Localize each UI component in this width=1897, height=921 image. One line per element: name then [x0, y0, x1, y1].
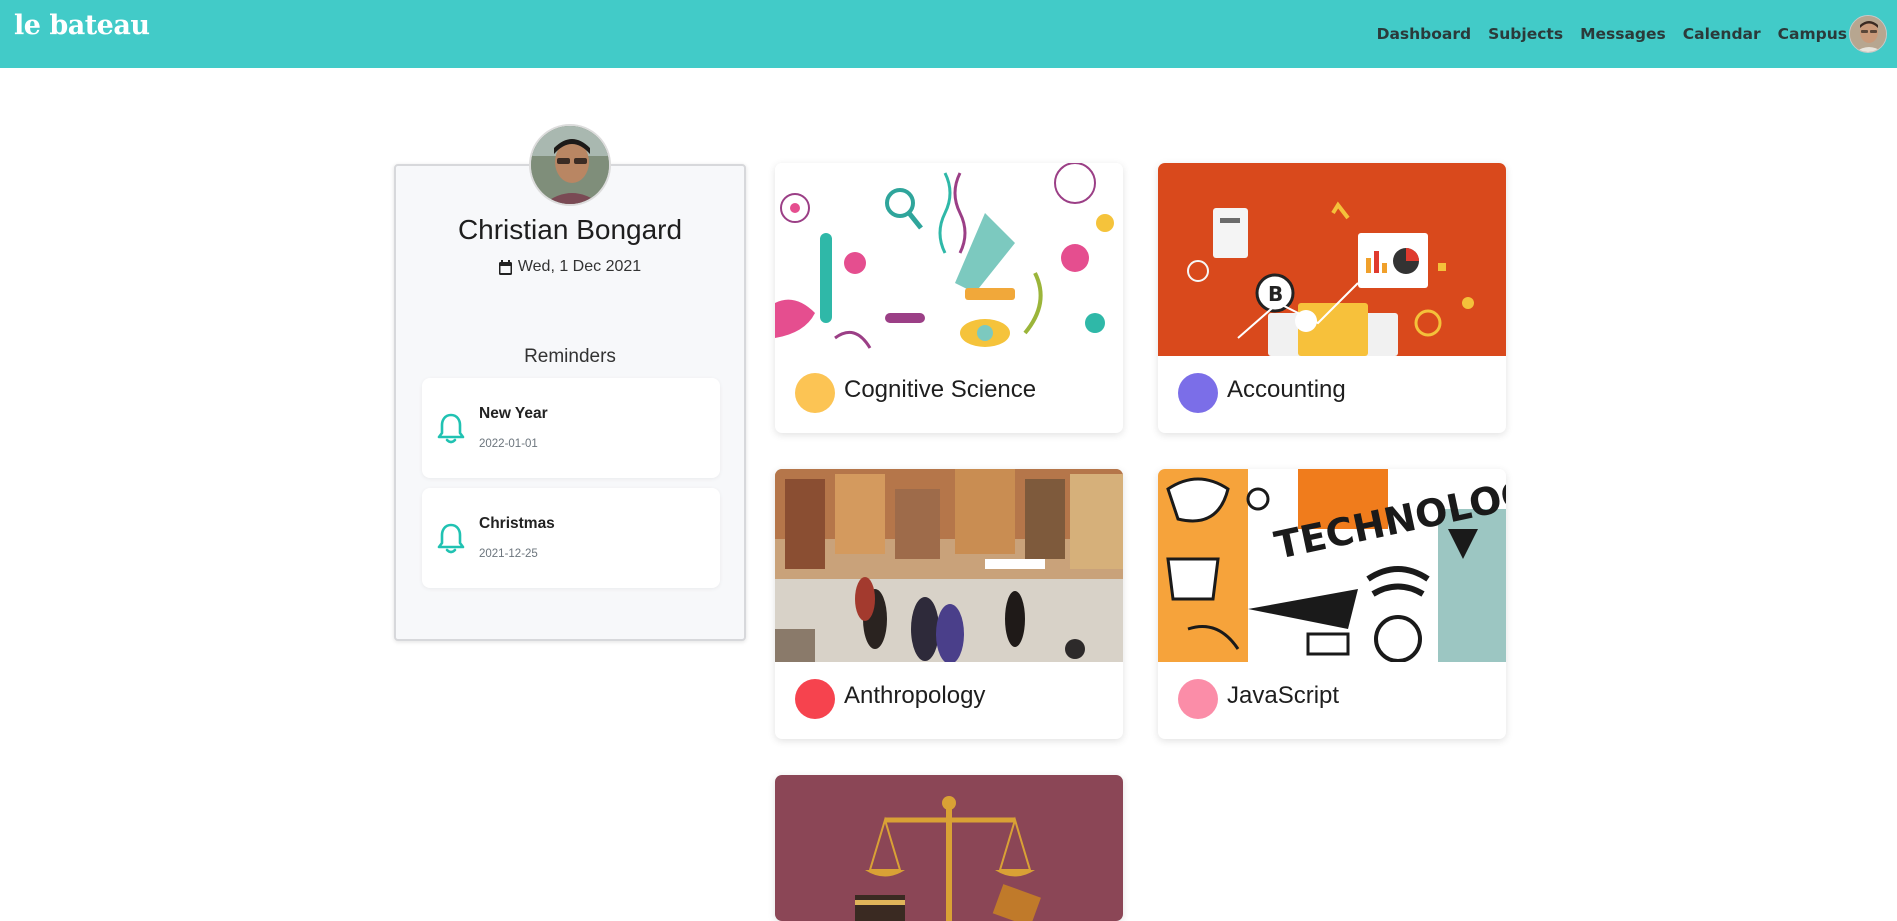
subject-card-anthropology[interactable]: Anthropology [775, 469, 1123, 739]
nav-campus[interactable]: Campus [1778, 25, 1847, 43]
profile-card: Christian Bongard Wed, 1 Dec 2021 Remind… [394, 164, 746, 641]
subject-banner-image [775, 775, 1123, 921]
subject-banner-image: B [1158, 163, 1506, 356]
subject-color-dot [1178, 373, 1218, 413]
subject-name: Accounting [1227, 376, 1346, 403]
reminder-item[interactable]: New Year 2022-01-01 [422, 378, 720, 478]
svg-text:B: B [1268, 282, 1283, 306]
nav-messages[interactable]: Messages [1580, 25, 1666, 43]
reminder-item[interactable]: Christmas 2021-12-25 [422, 488, 720, 588]
subject-banner-image: TECHNOLOGY [1158, 469, 1506, 662]
profile-avatar [529, 124, 611, 206]
reminders-heading: Reminders [524, 346, 616, 367]
subject-name: Anthropology [844, 682, 986, 709]
subject-color-dot [795, 679, 835, 719]
reminder-date: 2022-01-01 [479, 438, 538, 450]
main-nav: Dashboard Subjects Messages Calendar Cam… [1360, 0, 1847, 68]
subject-color-dot [1178, 679, 1218, 719]
user-avatar-icon [1850, 16, 1886, 52]
subject-name: JavaScript [1227, 682, 1340, 709]
top-navbar: le bateau Dashboard Subjects Messages Ca… [0, 0, 1897, 68]
subject-card-cognitive-science[interactable]: Cognitive Science [775, 163, 1123, 433]
nav-subjects[interactable]: Subjects [1488, 25, 1563, 43]
nav-calendar[interactable]: Calendar [1683, 25, 1761, 43]
reminder-date: 2021-12-25 [479, 548, 538, 560]
subject-banner-image [775, 469, 1123, 662]
bell-icon [437, 413, 465, 444]
subject-color-dot [795, 373, 835, 413]
calendar-icon [498, 259, 512, 275]
user-avatar[interactable] [1849, 15, 1887, 53]
reminder-title: New Year [479, 405, 548, 422]
subject-name: Cognitive Science [844, 376, 1037, 403]
profile-date: Wed, 1 Dec 2021 [396, 258, 744, 276]
profile-date-text: Wed, 1 Dec 2021 [517, 258, 642, 275]
brand-logo[interactable]: le bateau [14, 10, 150, 41]
profile-name: Christian Bongard [457, 214, 683, 245]
subject-card-accounting[interactable]: B Accounting [1158, 163, 1506, 433]
nav-dashboard[interactable]: Dashboard [1377, 25, 1472, 43]
reminder-title: Christmas [479, 515, 555, 532]
subject-banner-image [775, 163, 1123, 356]
subject-card-law[interactable] [775, 775, 1123, 921]
subject-card-javascript[interactable]: TECHNOLOGY JavaScript [1158, 469, 1506, 739]
bell-icon [437, 523, 465, 554]
